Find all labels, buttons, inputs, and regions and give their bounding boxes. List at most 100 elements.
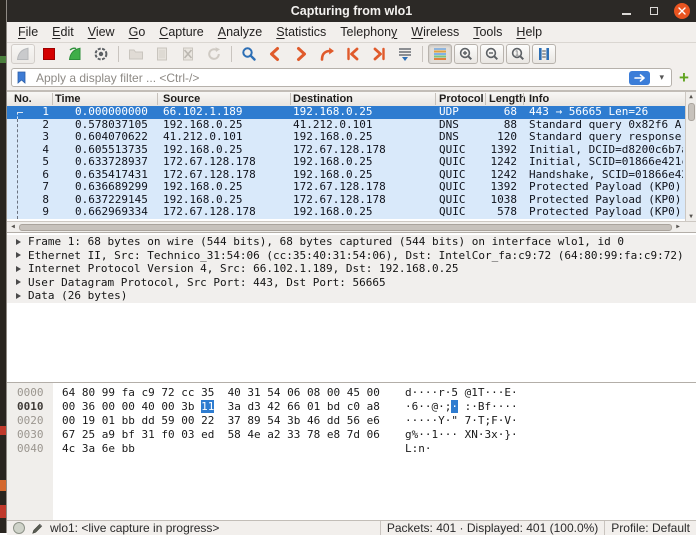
col-header-protocol[interactable]: Protocol [439, 92, 484, 106]
packet-details-pane[interactable]: Frame 1: 68 bytes on wire (544 bits), 68… [7, 232, 696, 382]
col-header-source[interactable]: Source [163, 92, 200, 106]
filter-dropdown-caret[interactable]: ▾ [659, 72, 664, 83]
detail-row-3[interactable]: User Datagram Protocol, Src Port: 443, D… [7, 275, 696, 289]
detail-row-1[interactable]: Ethernet II, Src: Technico_31:54:06 (cc:… [7, 248, 696, 262]
expander-icon[interactable] [16, 292, 21, 299]
restart-capture-button[interactable] [63, 44, 87, 64]
horizontal-scroll-thumb[interactable] [19, 223, 672, 231]
hex-bytes: 00 36 00 00 40 00 3b 11 3a d3 42 66 01 b… [62, 400, 380, 414]
ascii-text: L:n· [405, 442, 432, 455]
packet-row-7[interactable]: 7 0.636689299 192.168.0.25 172.67.128.178 QU… [7, 180, 685, 194]
menu-file[interactable]: File [11, 22, 45, 42]
detail-row-2[interactable]: Internet Protocol Version 4, Src: 66.102… [7, 262, 696, 276]
cell-time: 0.604070622 [75, 130, 148, 143]
hex-row-0030[interactable]: 0030 67 25 a9 bf 31 f0 03 ed 58 4e a2 33 … [7, 428, 696, 442]
detail-row-4[interactable]: Data (26 bytes) [7, 289, 696, 303]
packet-bytes-pane[interactable]: 0000 64 80 99 fa c9 72 cc 35 40 31 54 06 … [7, 382, 696, 520]
expander-icon[interactable] [16, 238, 21, 245]
zoom-reset-button[interactable]: 1 [506, 44, 530, 64]
menu-view[interactable]: View [81, 22, 122, 42]
menu-help[interactable]: Help [509, 22, 549, 42]
ascii-text: ·6··@·; [405, 400, 452, 413]
auto-scroll-button[interactable] [393, 44, 417, 64]
window-controls [618, 0, 690, 22]
column-separator[interactable] [52, 93, 53, 105]
column-separator[interactable] [435, 93, 436, 105]
find-packet-button[interactable] [237, 44, 261, 64]
next-packet-button[interactable] [289, 44, 313, 64]
ascii-bytes: d····r·5 @1T···E· [405, 386, 518, 400]
last-packet-button[interactable] [367, 44, 391, 64]
stop-capture-button[interactable] [37, 44, 61, 64]
col-header-length[interactable]: Length [489, 92, 526, 106]
expander-icon[interactable] [16, 279, 21, 285]
expander-icon[interactable] [16, 252, 21, 258]
hex-row-0010[interactable]: 0010 00 36 00 00 40 00 3b 11 3a d3 42 66 … [7, 400, 696, 414]
menu-statistics[interactable]: Statistics [269, 22, 333, 42]
cell-info: Standard query response 0x [529, 131, 682, 143]
column-separator[interactable] [485, 93, 486, 105]
menu-wireless[interactable]: Wireless [404, 22, 466, 42]
minimize-button[interactable] [618, 3, 634, 19]
add-filter-button-plus[interactable]: + [676, 68, 692, 87]
packet-row-5[interactable]: 5 0.633728937 172.67.128.178 192.168.0.25 QU… [7, 155, 685, 169]
zoom-out-button[interactable] [480, 44, 504, 64]
column-separator[interactable] [290, 93, 291, 105]
col-header-info[interactable]: Info [529, 92, 549, 106]
menu-tools[interactable]: Tools [466, 22, 509, 42]
scroll-left-icon[interactable]: ◀ [8, 222, 18, 232]
resize-columns-button[interactable] [532, 44, 556, 64]
packet-list-vertical-scrollbar[interactable]: ▲ ▼ [685, 92, 696, 221]
maximize-button[interactable] [646, 3, 662, 19]
cell-no: 9 [42, 205, 49, 218]
col-header-no[interactable]: No. [14, 92, 32, 106]
colorize-button[interactable] [428, 44, 452, 64]
scroll-down-icon[interactable]: ▼ [686, 213, 696, 220]
col-header-time[interactable]: Time [55, 92, 80, 106]
scroll-up-icon[interactable]: ▲ [686, 93, 696, 100]
first-packet-button[interactable] [341, 44, 365, 64]
svg-text:1: 1 [515, 49, 519, 57]
cell-length: 1392 [490, 180, 518, 193]
packet-row-9[interactable]: 9 0.662969334 172.67.128.178 192.168.0.25 QU… [7, 205, 685, 219]
capture-options-button[interactable] [89, 44, 113, 64]
hex-offset: 0040 [17, 442, 44, 455]
close-icon [678, 7, 686, 15]
hex-row-0020[interactable]: 0020 00 19 01 bb dd 59 00 22 37 89 54 3b … [7, 414, 696, 428]
packet-list-pane[interactable]: No. Time Source Destination Protocol Len… [7, 91, 696, 232]
expander-icon[interactable] [16, 265, 21, 272]
menu-go[interactable]: Go [122, 22, 153, 42]
conversation-bracket [17, 112, 23, 219]
reload-button[interactable] [202, 44, 226, 64]
goto-packet-button[interactable] [315, 44, 339, 64]
col-header-destination[interactable]: Destination [293, 92, 353, 106]
detail-row-0[interactable]: Frame 1: 68 bytes on wire (544 bits), 68… [7, 235, 696, 249]
filter-bookmark-icon[interactable] [16, 71, 27, 84]
packet-list-horizontal-scrollbar[interactable]: ◀ ▶ [7, 221, 696, 232]
packet-row-1[interactable]: 1 0.000000000 66.102.1.189 192.168.0.25 UDP 6… [7, 106, 685, 119]
cell-info: Initial, SCID=01866e421ce [529, 156, 683, 168]
menu-telephony[interactable]: Telephony [333, 22, 404, 42]
hex-bytes-text: 64 80 99 fa c9 72 cc 35 40 31 54 06 08 0… [62, 386, 380, 399]
hex-row-0000[interactable]: 0000 64 80 99 fa c9 72 cc 35 40 31 54 06 … [7, 386, 696, 400]
apply-filter-button[interactable] [629, 70, 650, 85]
menu-analyze[interactable]: Analyze [211, 22, 269, 42]
column-separator[interactable] [157, 93, 158, 105]
vertical-scroll-thumb[interactable] [687, 103, 695, 121]
hex-row-0040[interactable]: 0040 4c 3a 6e bb L:n· [7, 442, 696, 456]
close-button[interactable] [674, 3, 690, 19]
display-filter-input[interactable] [11, 68, 672, 87]
save-file-button[interactable] [150, 44, 174, 64]
start-capture-button[interactable] [11, 44, 35, 64]
column-separator[interactable] [523, 93, 524, 105]
previous-packet-button[interactable] [263, 44, 287, 64]
menu-edit[interactable]: Edit [45, 22, 81, 42]
open-file-button[interactable] [124, 44, 148, 64]
menu-capture[interactable]: Capture [152, 22, 210, 42]
scroll-right-icon[interactable]: ▶ [673, 222, 683, 232]
zoom-in-button[interactable] [454, 44, 478, 64]
cell-destination: 192.168.0.25 [293, 130, 373, 143]
expert-info-icon[interactable] [13, 522, 25, 534]
close-file-button[interactable] [176, 44, 200, 64]
packet-row-3[interactable]: 3 0.604070622 41.212.0.101 192.168.0.25 DNS 1… [7, 130, 685, 144]
